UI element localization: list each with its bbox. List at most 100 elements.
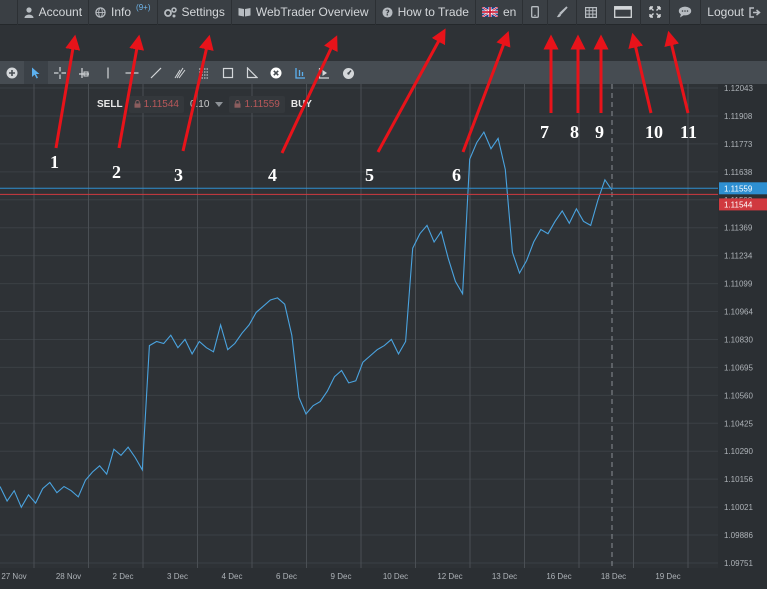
buy-price-value: 1.11559 [244,98,280,110]
x-tick-label: 4 Dec [222,572,243,581]
fullscreen-icon [649,6,661,18]
bid-tag-label: 1.11544 [724,200,753,209]
theme-button[interactable] [547,0,576,25]
how-to-trade-label: How to Trade [397,5,469,19]
trend-line-icon [150,67,162,78]
settings-label: Settings [181,5,225,19]
mobile-button[interactable] [522,0,547,25]
y-tick-label: 1.10425 [724,419,753,428]
sell-price[interactable]: 1.11544 [128,95,184,113]
x-tick-label: 18 Dec [601,572,626,581]
top-navigation: Account Info (9+) Settings WebTrader Ove… [0,0,767,25]
triangle-icon [246,66,258,78]
x-tick-label: 10 Dec [383,572,408,581]
quantity-value: 0.10 [189,98,210,110]
x-tick-label: 16 Dec [546,572,571,581]
logout-label: Logout [707,5,744,19]
channel-tool[interactable] [168,61,192,84]
y-tick-label: 1.10021 [724,503,753,512]
x-tick-label: 9 Dec [331,572,352,581]
crosshair-tool[interactable] [48,61,72,84]
y-tick-label: 1.10964 [724,308,753,317]
quantity-selector[interactable]: 0.10 [184,96,229,113]
info-label: Info [111,5,132,19]
chat-button[interactable] [669,0,700,25]
sell-button[interactable]: SELL [91,99,129,110]
y-tick-label: 1.11099 [724,280,753,289]
y-tick-label: 1.11638 [724,168,753,177]
rectangle-tool[interactable] [216,61,240,84]
x-tick-label: 12 Dec [437,572,462,581]
lock-icon [134,100,141,108]
fullscreen-button[interactable] [640,0,669,25]
price-chart[interactable]: 1.120431.119081.117731.116381.115031.113… [0,84,767,589]
fibonacci-icon [199,68,209,78]
gears-icon [163,6,177,17]
language-label: en [502,5,517,19]
language-selector[interactable]: en [474,0,522,25]
buy-price[interactable]: 1.11559 [229,95,285,113]
fibonacci-tool[interactable] [192,61,216,84]
window-button[interactable] [605,0,640,25]
price-axis [718,84,767,568]
measure-tool[interactable] [72,61,96,84]
y-tick-label: 1.11369 [724,224,753,233]
speed-button[interactable] [336,61,360,84]
vertical-line-tool[interactable] [96,61,120,84]
chat-icon [679,6,692,18]
window-icon [614,6,633,18]
ask-tag-label: 1.11559 [724,184,753,193]
webtrader-overview-menu[interactable]: WebTrader Overview [230,0,375,25]
y-tick-label: 1.10695 [724,363,753,372]
horizontal-line-icon [125,71,139,74]
info-badge: (9+) [136,2,151,12]
triangle-tool[interactable] [240,61,264,84]
y-tick-label: 1.10156 [724,475,753,484]
account-menu[interactable]: Account [16,0,88,25]
account-label: Account [38,5,83,19]
y-tick-label: 1.10560 [724,391,753,400]
brush-icon [557,6,568,18]
plus-circle-icon [6,67,18,78]
ask-price-tag: 1.11559 [719,182,767,195]
webtrader-overview-label: WebTrader Overview [255,5,369,19]
bar-chart-icon [295,67,305,79]
square-icon [222,67,234,78]
pitchfork-icon [174,67,186,78]
pointer-tool[interactable] [24,61,48,84]
caret-down-icon [215,101,224,107]
add-indicator-button[interactable] [0,61,24,84]
crosshair-small-icon [79,67,89,78]
y-tick-label: 1.09886 [724,531,753,540]
logout-button[interactable]: Logout [700,0,767,25]
crosshair-icon [54,66,66,79]
layout-button[interactable] [576,0,605,25]
x-tick-label: 2 Dec [113,572,134,581]
horizontal-line-tool[interactable] [120,61,144,84]
y-tick-label: 1.11908 [724,112,753,121]
y-tick-label: 1.11234 [724,252,753,261]
trading-platform: Account Info (9+) Settings WebTrader Ove… [0,0,767,589]
buy-button[interactable]: BUY [285,99,318,110]
info-menu[interactable]: Info (9+) [88,0,156,25]
cursor-arrow-icon [32,67,40,78]
book-icon [238,8,251,17]
grid-icon [585,6,598,18]
y-tick-label: 1.12043 [724,84,753,93]
settings-menu[interactable]: Settings [156,0,231,25]
speedometer-icon [342,67,354,79]
remove-drawings-button[interactable] [264,61,288,84]
globe-icon [95,6,106,18]
chart-type-button[interactable] [288,61,312,84]
trade-panel: SELL 1.11544 0.10 1.11559 BUY [91,93,318,115]
uk-flag-icon [481,7,498,17]
x-tick-label: 19 Dec [655,572,680,581]
y-tick-label: 1.11773 [724,140,753,149]
trend-line-tool[interactable] [144,61,168,84]
chart-background [0,84,767,589]
play-button[interactable] [312,61,336,84]
how-to-trade-menu[interactable]: ? How to Trade [374,0,475,25]
mobile-icon [531,6,540,18]
x-tick-label: 13 Dec [492,572,517,581]
